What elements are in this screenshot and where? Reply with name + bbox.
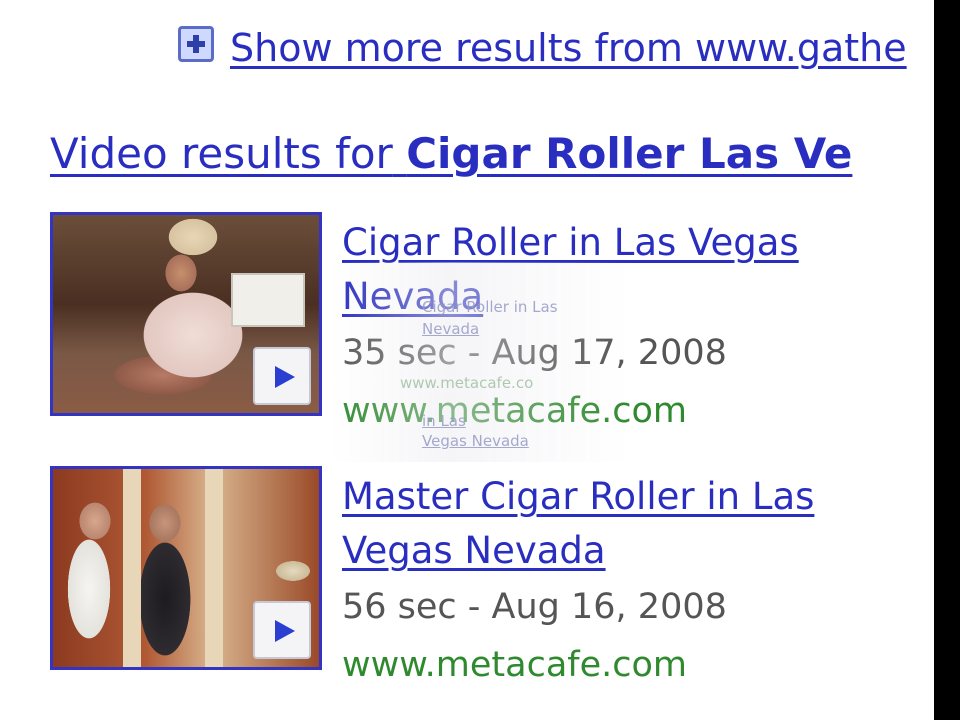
play-button[interactable] bbox=[253, 601, 311, 659]
video-thumbnail[interactable] bbox=[50, 466, 322, 670]
search-results-page: Show more results from www.gathe Video r… bbox=[0, 0, 960, 720]
ghost-url-text: www.metacafe.co bbox=[400, 374, 534, 392]
video-results-heading-prefix[interactable]: Video results for bbox=[50, 129, 393, 178]
transition-ghost-overlay: Cigar Roller in Las Nevada www.metacafe.… bbox=[330, 262, 630, 462]
video-result-url: www.metacafe.com bbox=[342, 645, 688, 685]
video-results-query[interactable]: Cigar Roller Las Ve bbox=[406, 129, 852, 178]
screen-right-edge bbox=[934, 0, 960, 720]
show-more-results-link[interactable]: Show more results from www.gathe bbox=[230, 24, 907, 72]
video-result-meta: 56 sec - Aug 16, 2008 bbox=[342, 587, 727, 627]
video-result-title-link[interactable]: Master Cigar Roller in Las Vegas Nevada bbox=[342, 470, 912, 578]
thumbnail-column bbox=[205, 469, 223, 667]
play-button[interactable] bbox=[253, 347, 311, 405]
play-icon bbox=[275, 620, 295, 642]
ghost-title-text: Cigar Roller in Las bbox=[422, 298, 558, 316]
video-result-item: Master Cigar Roller in Las Vegas Nevada … bbox=[50, 466, 930, 685]
show-more-results-row[interactable]: Show more results from www.gathe bbox=[178, 24, 934, 72]
plus-vertical-bar bbox=[193, 35, 199, 53]
thumbnail-column bbox=[123, 469, 141, 667]
plus-box-icon[interactable] bbox=[178, 26, 214, 62]
ghost-title-text: Vegas Nevada bbox=[422, 432, 529, 450]
video-thumbnail[interactable] bbox=[50, 212, 322, 416]
ghost-title-text: in Las bbox=[422, 412, 466, 430]
ghost-title-text: Nevada bbox=[422, 320, 480, 338]
video-results-heading[interactable]: Video results for Cigar Roller Las Ve bbox=[50, 126, 934, 186]
play-icon bbox=[275, 366, 295, 388]
thumbnail-background-sign bbox=[231, 273, 305, 327]
